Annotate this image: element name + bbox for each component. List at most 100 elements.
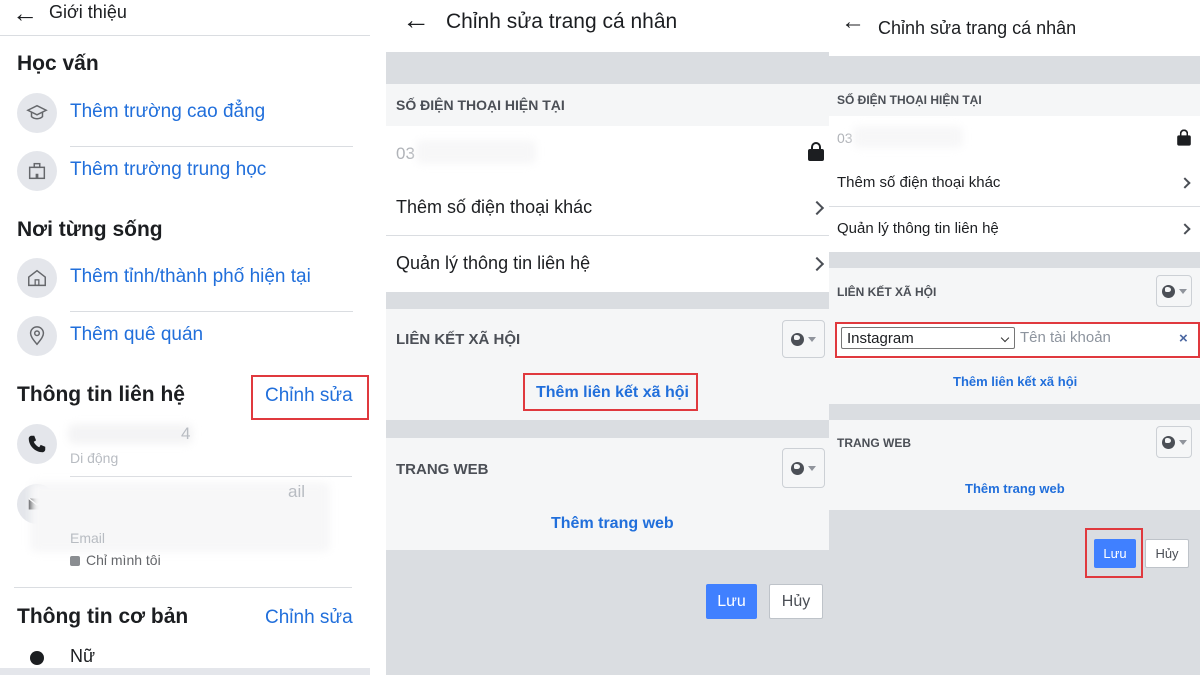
add-phone-row[interactable]: Thêm số điện thoại khác: [386, 180, 829, 236]
divider: [14, 587, 352, 588]
edit-profile-panel-filled: ← Chỉnh sửa trang cá nhân SỐ ĐIỆN THOẠI …: [829, 0, 1200, 675]
privacy-selector[interactable]: [1156, 275, 1192, 307]
edit-profile-title: Chỉnh sửa trang cá nhân: [878, 18, 1077, 38]
divider: [70, 146, 353, 147]
chevron-right-icon: [1179, 223, 1191, 235]
edit-profile-title: Chỉnh sửa trang cá nhân: [446, 10, 678, 33]
add-college-row[interactable]: Thêm trường cao đẳng: [17, 93, 353, 147]
add-college-link[interactable]: Thêm trường cao đẳng: [70, 101, 265, 123]
person-icon: [30, 651, 44, 665]
dropdown-caret-icon: [808, 336, 816, 342]
privacy-selector[interactable]: [782, 320, 825, 358]
edit-profile-panel: ← Chỉnh sửa trang cá nhân SỐ ĐIỆN THOẠI …: [386, 0, 829, 675]
highlight-box: [835, 322, 1200, 358]
privacy-selector[interactable]: [782, 448, 825, 488]
add-highschool-row[interactable]: Thêm trường trung học: [17, 151, 353, 195]
dropdown-caret-icon: [1178, 288, 1187, 294]
phone-icon: [17, 424, 57, 464]
web-section-label: TRANG WEB: [396, 461, 489, 478]
globe-icon: [1161, 435, 1175, 449]
privacy-text: Chỉ mình tôi: [86, 552, 161, 568]
basic-edit-link[interactable]: Chỉnh sửa: [265, 607, 353, 629]
phone-prefix: 03: [396, 144, 415, 163]
chevron-right-icon: [809, 256, 825, 272]
back-arrow-icon[interactable]: ←: [12, 0, 38, 29]
add-phone-row[interactable]: Thêm số điện thoại khác: [829, 160, 1200, 206]
add-current-city-row[interactable]: Thêm tỉnh/thành phố hiện tại: [17, 258, 353, 312]
back-arrow-icon[interactable]: ←: [402, 4, 430, 36]
globe-icon: [791, 332, 804, 346]
social-links-section: LIÊN KẾT XÃ HỘI Instagram Tên tài khoản …: [829, 268, 1200, 404]
chevron-right-icon: [1179, 177, 1191, 189]
manage-contact-row[interactable]: Quản lý thông tin liên hệ: [386, 236, 829, 292]
web-section-label: TRANG WEB: [837, 436, 911, 450]
privacy-label: Chỉ mình tôi: [70, 552, 161, 568]
contact-info-heading: Thông tin liên hệ: [17, 383, 185, 406]
add-phone-label: Thêm số điện thoại khác: [837, 174, 1001, 191]
phone-fragment: 4: [181, 424, 191, 443]
lock-icon: [1177, 129, 1191, 146]
manage-contact-row[interactable]: Quản lý thông tin liên hệ: [829, 207, 1200, 252]
redacted-phone: [68, 424, 193, 444]
about-title: Giới thiệu: [49, 2, 127, 22]
save-button[interactable]: Lưu: [706, 584, 757, 619]
about-top-bar: ← Giới thiệu: [0, 0, 370, 36]
phone-list: 03 Thêm số điện thoại khác Quản lý thông…: [386, 126, 829, 292]
phone-section-label: SỐ ĐIỆN THOẠI HIỆN TẠI: [837, 93, 982, 107]
home-icon: [17, 258, 57, 298]
manage-contact-label: Quản lý thông tin liên hệ: [396, 253, 591, 273]
school-building-icon: [17, 151, 57, 191]
phone-list: 03 Thêm số điện thoại khác Quản lý thông…: [829, 116, 1200, 252]
add-social-link[interactable]: Thêm liên kết xã hội: [953, 374, 1077, 389]
add-hometown-link[interactable]: Thêm quê quán: [70, 324, 203, 346]
manage-contact-label: Quản lý thông tin liên hệ: [837, 220, 999, 237]
divider: [70, 311, 353, 312]
divider: [70, 476, 352, 477]
places-heading: Nơi từng sống: [17, 218, 163, 241]
globe-icon: [791, 461, 804, 475]
back-arrow-icon[interactable]: ←: [841, 8, 865, 36]
social-links-section: LIÊN KẾT XÃ HỘI Thêm liên kết xã hội: [386, 309, 829, 420]
email-fragment: ail: [288, 482, 306, 501]
add-website-link[interactable]: Thêm trang web: [965, 481, 1065, 496]
education-heading: Học vấn: [17, 52, 99, 75]
add-hometown-row[interactable]: Thêm quê quán: [17, 316, 353, 360]
highlight-box: [1085, 528, 1143, 578]
cancel-button[interactable]: Hủy: [769, 584, 823, 619]
redacted-phone: [416, 140, 536, 164]
social-section-label: LIÊN KẾT XÃ HỘI: [837, 285, 937, 299]
chevron-right-icon: [809, 200, 825, 216]
social-section-label: LIÊN KẾT XÃ HỘI: [396, 331, 521, 348]
highlight-box: [251, 375, 369, 420]
lock-icon: [808, 142, 824, 161]
dropdown-caret-icon: [1178, 439, 1187, 445]
gender-value: Nữ: [70, 646, 96, 666]
website-section: TRANG WEB Thêm trang web: [386, 438, 829, 550]
privacy-selector[interactable]: [1156, 426, 1192, 458]
phone-section-label: SỐ ĐIỆN THOẠI HIỆN TẠI: [396, 97, 565, 113]
globe-icon: [1161, 284, 1175, 298]
redacted-phone: [853, 126, 963, 148]
profile-about-panel: ← Giới thiệu Học vấn Thêm trường cao đẳn…: [0, 0, 370, 675]
bottom-bar: [0, 668, 370, 675]
email-type: Email: [70, 530, 106, 546]
add-highschool-link[interactable]: Thêm trường trung học: [70, 159, 266, 181]
add-current-city-link[interactable]: Thêm tỉnh/thành phố hiện tại: [70, 266, 311, 288]
graduation-cap-icon: [17, 93, 57, 133]
add-website-link[interactable]: Thêm trang web: [551, 515, 674, 533]
phone-section-header: SỐ ĐIỆN THOẠI HIỆN TẠI: [829, 84, 1200, 116]
highlight-box: [523, 373, 698, 411]
basic-info-heading: Thông tin cơ bản: [17, 605, 189, 628]
phone-section-header: SỐ ĐIỆN THOẠI HIỆN TẠI: [386, 84, 829, 126]
edit-profile-header: ← Chỉnh sửa trang cá nhân: [829, 0, 1200, 56]
cancel-button[interactable]: Hủy: [1145, 539, 1189, 568]
location-pin-icon: [17, 316, 57, 356]
website-section: TRANG WEB Thêm trang web: [829, 420, 1200, 510]
add-phone-label: Thêm số điện thoại khác: [396, 197, 593, 217]
dropdown-caret-icon: [808, 465, 816, 471]
edit-profile-header: ← Chỉnh sửa trang cá nhân: [386, 0, 829, 52]
phone-type: Di động: [70, 450, 119, 466]
phone-prefix: 03: [837, 130, 853, 146]
lock-icon: [70, 556, 80, 566]
panel-gap: [370, 0, 386, 675]
